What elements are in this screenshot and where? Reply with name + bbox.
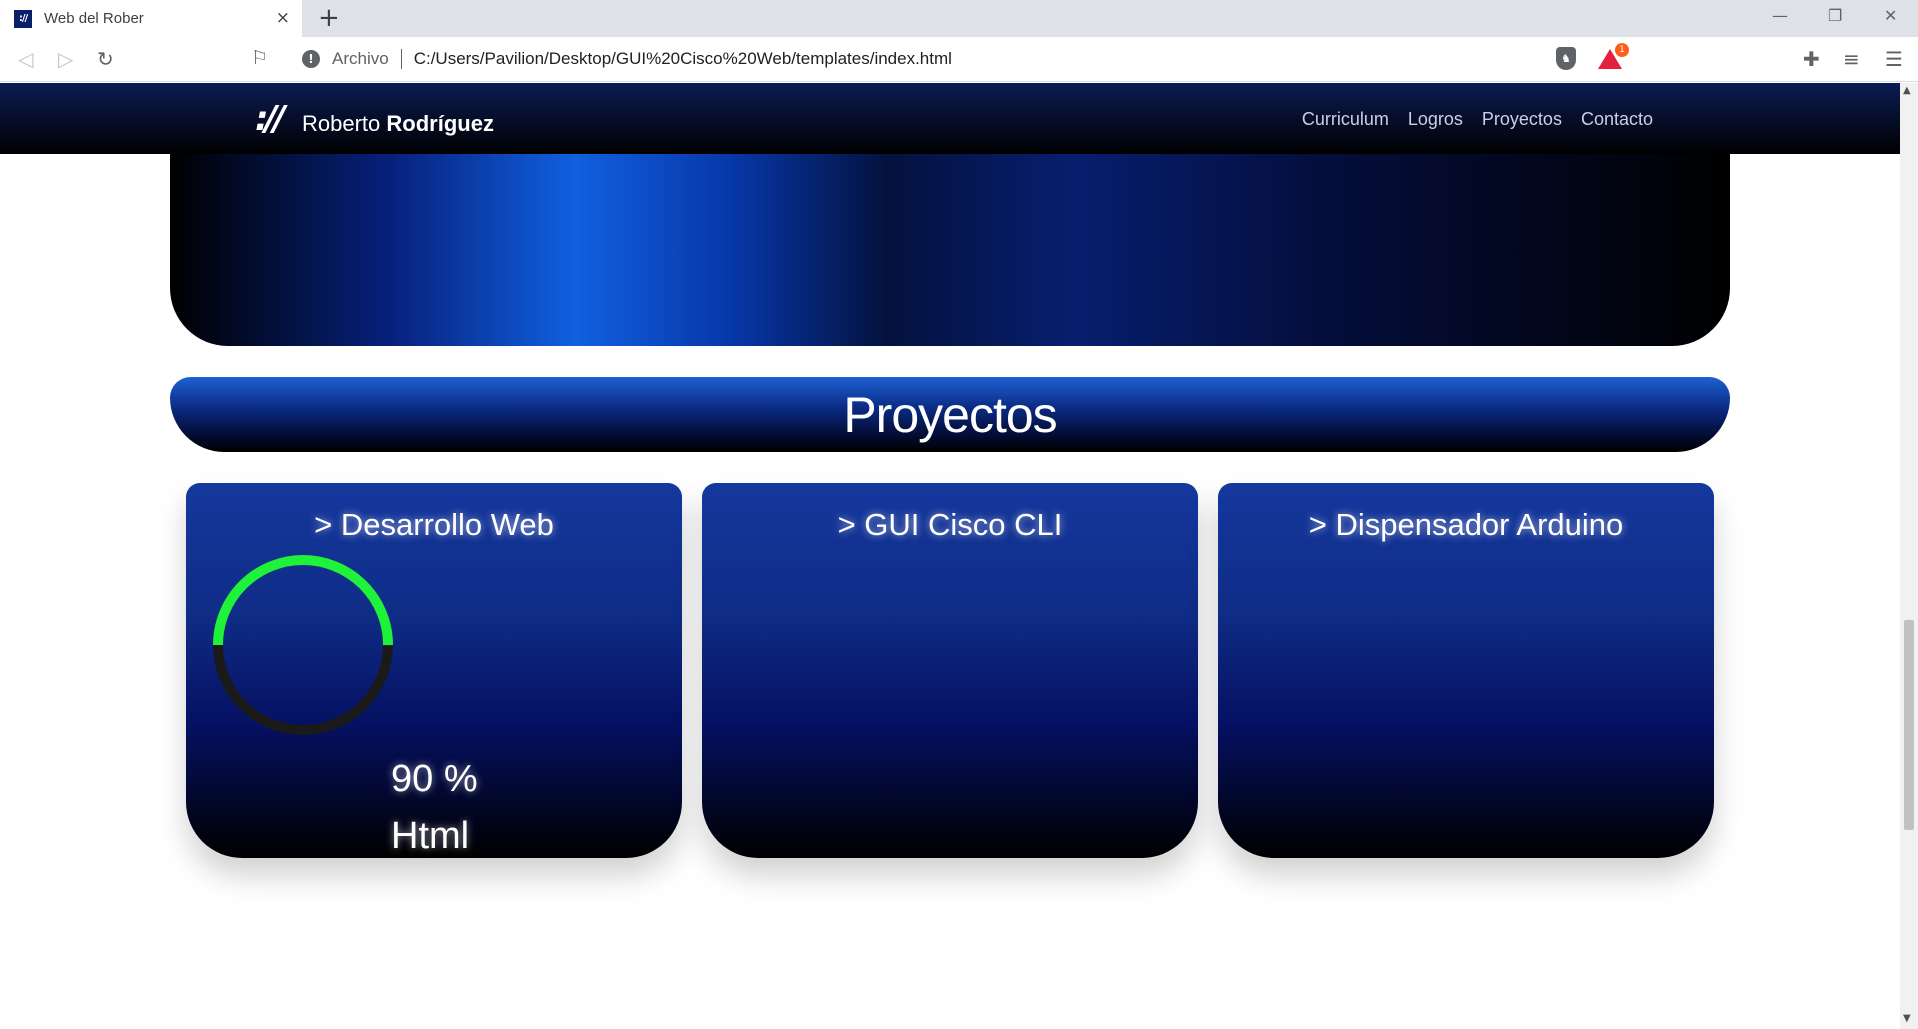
skill-gauge <box>213 555 393 735</box>
projects-title: Proyectos <box>843 386 1057 443</box>
card-title[interactable]: > GUI Cisco CLI <box>702 507 1198 543</box>
restore-button[interactable]: ❐ <box>1828 6 1842 25</box>
url-text[interactable]: C:/Users/Pavilion/Desktop/GUI%20Cisco%20… <box>414 49 952 69</box>
card-title[interactable]: > Desarrollo Web <box>186 507 682 543</box>
bookmark-icon[interactable]: ⚐ <box>251 47 268 69</box>
address-bar[interactable]: ! Archivo C:/Users/Pavilion/Desktop/GUI%… <box>290 42 1540 76</box>
reload-icon[interactable]: ↻ <box>97 47 114 71</box>
favicon-icon: :// <box>14 9 32 28</box>
scroll-thumb[interactable] <box>1904 620 1914 830</box>
browser-tab[interactable]: :// Web del Rober × <box>0 0 302 37</box>
extensions-icon[interactable]: ✚ <box>1803 47 1820 71</box>
nav-link-logros[interactable]: Logros <box>1408 109 1463 130</box>
brave-shield-icon[interactable]: ♞ <box>1556 47 1576 70</box>
page-scrollbar[interactable]: ▲ ▼ <box>1900 83 1918 1029</box>
logo-mark-icon[interactable]: :// <box>255 99 286 139</box>
project-cards: > Desarrollo Web 90 % Html > GUI Cisco C… <box>186 483 1716 861</box>
nav-link-curriculum[interactable]: Curriculum <box>1302 109 1389 130</box>
omnibox-divider <box>400 49 402 69</box>
site-logo[interactable]: Roberto Rodríguez <box>302 111 494 137</box>
gauge-value: 90 % <box>391 758 478 800</box>
logo-first-name: Roberto <box>302 111 381 136</box>
gauge-label: Html <box>391 815 470 857</box>
nav-link-contacto[interactable]: Contacto <box>1581 109 1653 130</box>
logo-last-name: Rodríguez <box>386 111 494 136</box>
scheme-label: Archivo <box>332 49 389 68</box>
scroll-down-icon[interactable]: ▼ <box>1903 1013 1911 1024</box>
project-card-arduino[interactable]: > Dispensador Arduino <box>1218 483 1714 858</box>
nav-link-proyectos[interactable]: Proyectos <box>1482 109 1562 130</box>
site-nav-links: Curriculum Logros Proyectos Contacto <box>1302 109 1653 130</box>
tab-title: Web del Rober <box>44 10 144 27</box>
rewards-badge: 1 <box>1615 43 1629 57</box>
back-icon[interactable]: ◁ <box>18 47 33 71</box>
project-card-cisco[interactable]: > GUI Cisco CLI <box>702 483 1198 858</box>
close-window-button[interactable]: ✕ <box>1884 6 1897 25</box>
card-title[interactable]: > Dispensador Arduino <box>1218 507 1714 543</box>
info-icon[interactable]: ! <box>302 50 320 68</box>
browser-toolbar: ◁ ▷ ↻ ⚐ ! Archivo C:/Users/Pavilion/Desk… <box>0 37 1918 82</box>
minimize-button[interactable]: — <box>1772 6 1788 25</box>
playlist-icon[interactable]: ≡ <box>1843 47 1860 71</box>
hero-banner <box>170 153 1730 346</box>
page-viewport: :// Roberto Rodríguez Curriculum Logros … <box>0 83 1900 1029</box>
new-tab-button[interactable]: + <box>318 3 340 33</box>
browser-tab-strip: :// Web del Rober × + — ❐ ✕ <box>0 0 1918 37</box>
menu-icon[interactable]: ☰ <box>1885 47 1903 71</box>
projects-banner: Proyectos <box>170 377 1730 452</box>
forward-icon[interactable]: ▷ <box>58 47 73 71</box>
site-navbar: :// Roberto Rodríguez Curriculum Logros … <box>0 83 1900 154</box>
close-tab-icon[interactable]: × <box>276 8 290 28</box>
scroll-up-icon[interactable]: ▲ <box>1903 85 1911 96</box>
project-card-web[interactable]: > Desarrollo Web 90 % Html <box>186 483 682 858</box>
